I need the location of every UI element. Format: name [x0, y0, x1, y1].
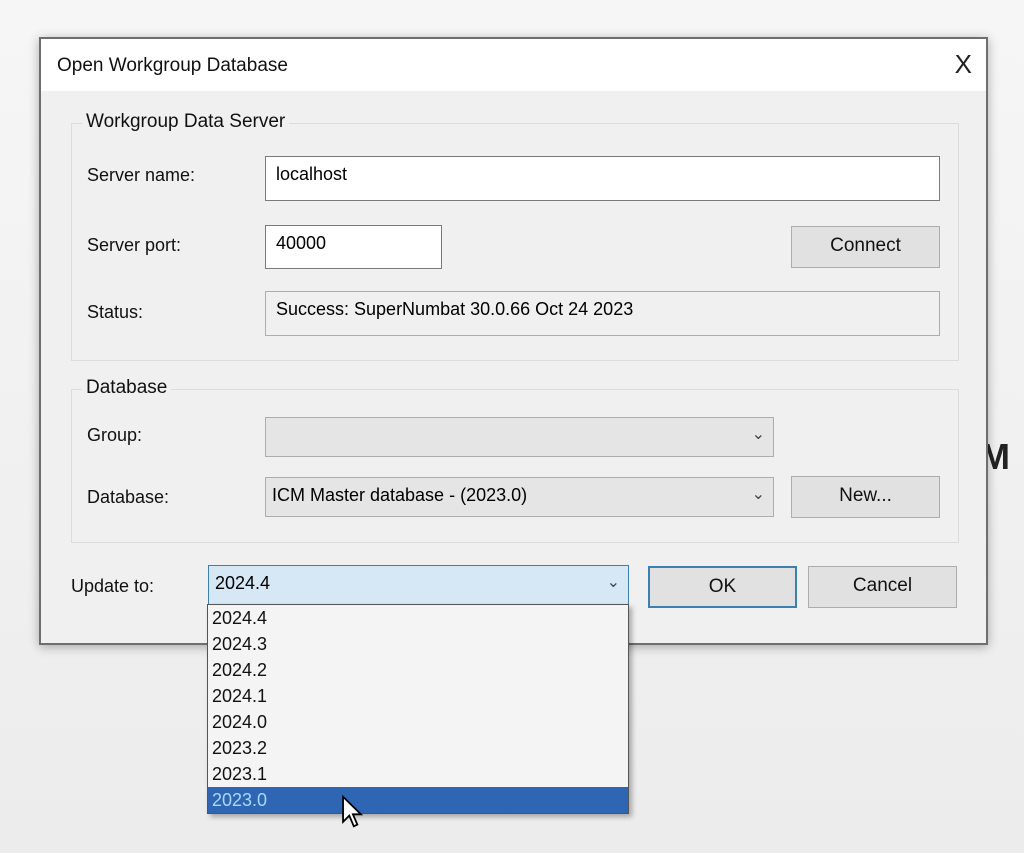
update-to-label: Update to: — [71, 576, 155, 596]
dropdown-option[interactable]: 2024.4 — [208, 605, 628, 631]
update-to-value: 2024.4 — [215, 573, 271, 593]
dropdown-option[interactable]: 2024.0 — [208, 709, 628, 735]
open-workgroup-database-dialog: Open Workgroup Database X Workgroup Data… — [39, 37, 988, 645]
server-name-label: Server name: — [87, 165, 196, 185]
database-group: Database — [71, 377, 959, 543]
database-group-legend: Database — [82, 377, 172, 399]
server-port-input[interactable]: 40000 — [265, 225, 442, 269]
close-icon[interactable]: X — [955, 49, 972, 80]
mouse-cursor-icon — [342, 795, 364, 828]
title-bar: Open Workgroup Database X — [41, 39, 986, 91]
chevron-down-icon: ⌄ — [751, 426, 765, 443]
group-select[interactable]: ⌄ — [265, 417, 774, 457]
server-name-input[interactable]: localhost — [265, 156, 940, 201]
update-to-select[interactable]: 2024.4 ⌄ — [208, 565, 629, 605]
ok-button[interactable]: OK — [648, 566, 797, 608]
connect-button[interactable]: Connect — [791, 226, 940, 268]
server-group-legend: Workgroup Data Server — [82, 111, 290, 133]
database-label: Database: — [87, 487, 170, 507]
dropdown-option[interactable]: 2024.2 — [208, 657, 628, 683]
dropdown-option[interactable]: 2023.2 — [208, 735, 628, 761]
server-port-label: Server port: — [87, 235, 182, 255]
cancel-button[interactable]: Cancel — [808, 566, 957, 608]
dropdown-option[interactable]: 2024.1 — [208, 683, 628, 709]
status-field: Success: SuperNumbat 30.0.66 Oct 24 2023 — [265, 291, 940, 336]
dropdown-option-highlighted[interactable]: 2023.0 — [208, 787, 628, 813]
status-label: Status: — [87, 302, 144, 322]
chevron-down-icon: ⌄ — [751, 486, 765, 503]
dropdown-option[interactable]: 2024.3 — [208, 631, 628, 657]
dialog-title: Open Workgroup Database — [57, 55, 288, 76]
database-select[interactable]: ICM Master database - (2023.0) ⌄ — [265, 477, 774, 517]
update-to-dropdown-list: 2024.4 2024.3 2024.2 2024.1 2024.0 2023.… — [207, 604, 629, 814]
chevron-down-icon: ⌄ — [606, 574, 620, 591]
new-database-button[interactable]: New... — [791, 476, 940, 518]
database-select-value: ICM Master database - (2023.0) — [272, 485, 528, 505]
group-label: Group: — [87, 425, 143, 445]
dropdown-option[interactable]: 2023.1 — [208, 761, 628, 787]
